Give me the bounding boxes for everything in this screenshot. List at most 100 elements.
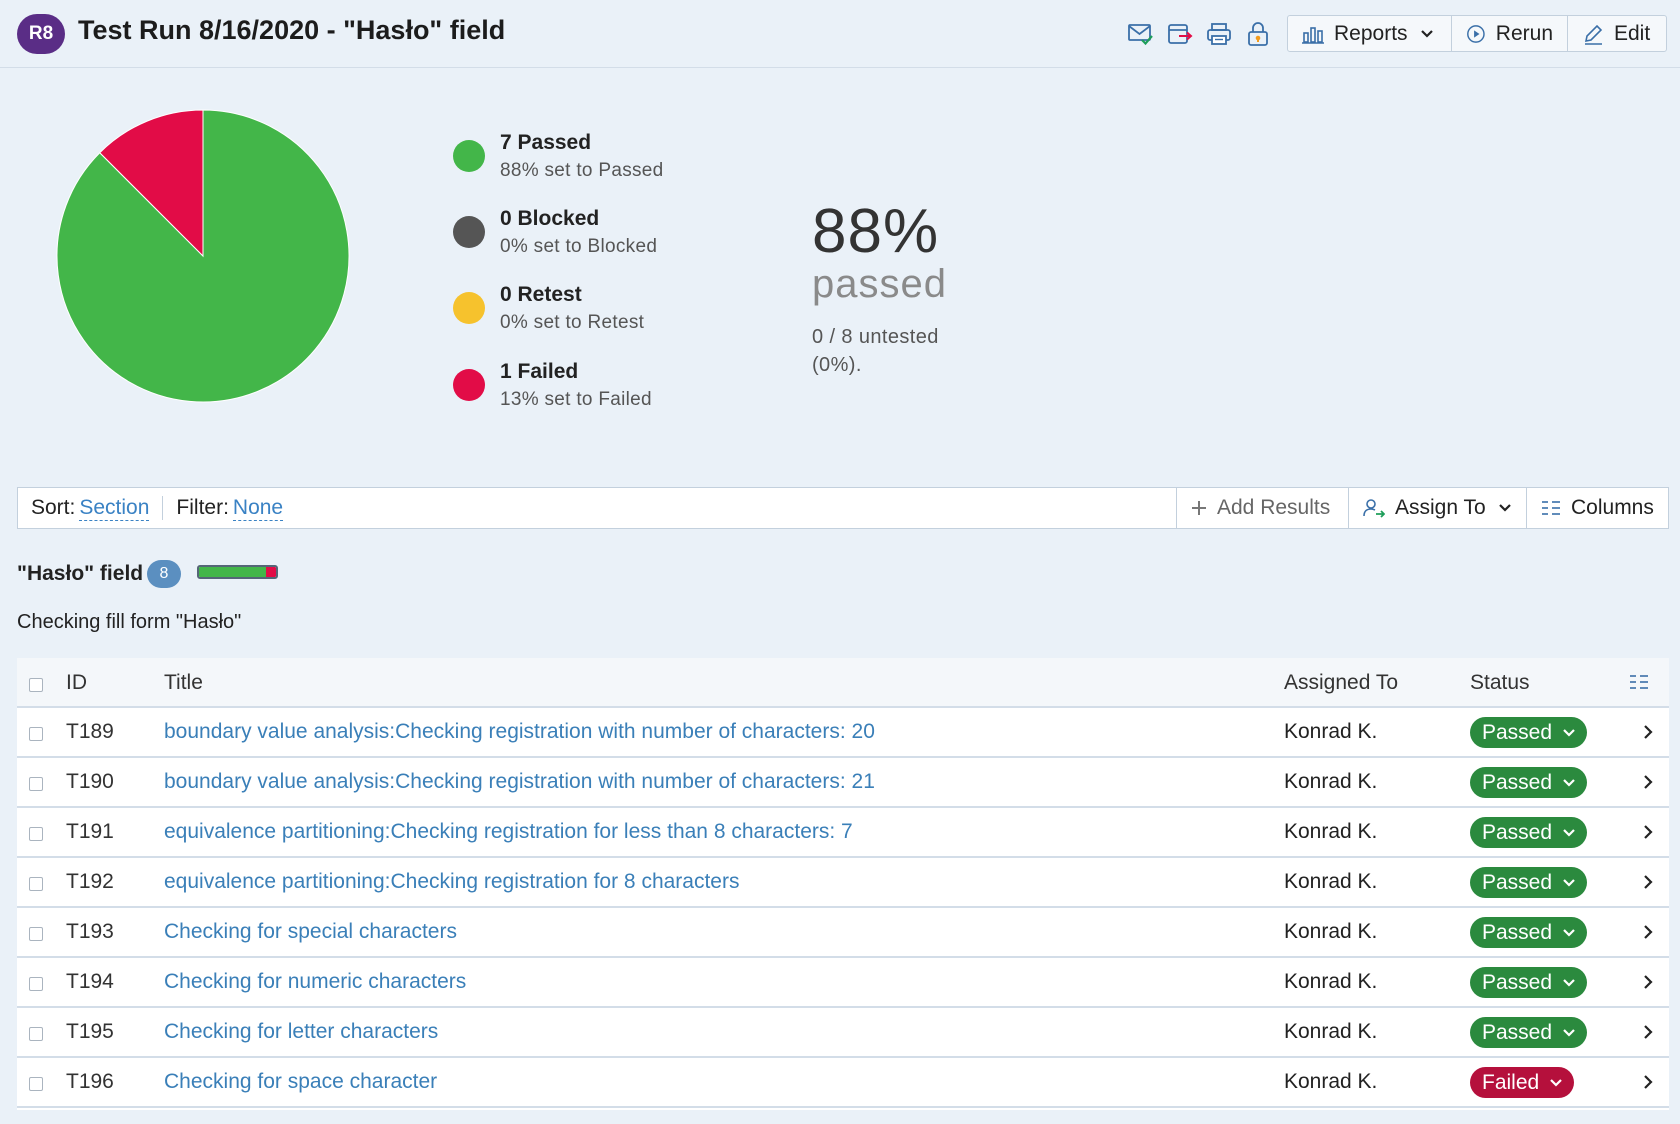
page-title: Test Run 8/16/2020 - "Hasło" field bbox=[78, 15, 506, 45]
status-dropdown[interactable]: Passed bbox=[1470, 867, 1588, 898]
legend-dot-retest bbox=[453, 292, 485, 324]
reports-button[interactable]: Reports bbox=[1288, 16, 1451, 51]
columns-button[interactable]: Columns bbox=[1526, 488, 1668, 528]
table-toolbar: Sort: Section Filter: None Add Results A… bbox=[17, 487, 1669, 529]
legend-dot-blocked bbox=[453, 216, 485, 248]
sort-link[interactable]: Section bbox=[79, 496, 150, 521]
assignee: Konrad K. bbox=[1284, 970, 1378, 993]
status-dropdown[interactable]: Passed bbox=[1470, 767, 1588, 798]
status-dropdown[interactable]: Passed bbox=[1470, 917, 1588, 948]
rerun-button[interactable]: Rerun bbox=[1451, 16, 1567, 51]
filter-link[interactable]: None bbox=[232, 496, 284, 521]
legend-sub: 88% set to Passed bbox=[500, 160, 664, 181]
row-checkbox[interactable] bbox=[29, 1027, 43, 1041]
test-title-link[interactable]: Checking for space character bbox=[164, 1070, 437, 1094]
column-header-assigned[interactable]: Assigned To bbox=[1284, 671, 1398, 695]
chevron-right-icon[interactable] bbox=[1643, 974, 1653, 990]
print-icon[interactable] bbox=[1205, 20, 1233, 48]
test-title-link[interactable]: equivalence partitioning:Checking regist… bbox=[164, 870, 739, 894]
status-dropdown[interactable]: Failed bbox=[1470, 1067, 1575, 1098]
table-row[interactable]: T189 boundary value analysis:Checking re… bbox=[17, 708, 1669, 758]
test-title-link[interactable]: boundary value analysis:Checking registr… bbox=[164, 770, 875, 794]
status-label: Passed bbox=[1482, 920, 1553, 944]
tests-table: ID Title Assigned To Status T189 boundar… bbox=[17, 658, 1669, 1110]
table-row[interactable]: T191 equivalence partitioning:Checking r… bbox=[17, 808, 1669, 858]
assign-to-button[interactable]: Assign To bbox=[1348, 488, 1526, 528]
chevron-right-icon[interactable] bbox=[1643, 724, 1653, 740]
status-label: Passed bbox=[1482, 770, 1553, 794]
status-label: Passed bbox=[1482, 720, 1553, 744]
table-header: ID Title Assigned To Status bbox=[17, 658, 1669, 708]
test-title-link[interactable]: boundary value analysis:Checking registr… bbox=[164, 720, 875, 744]
chevron-right-icon[interactable] bbox=[1643, 1074, 1653, 1090]
row-checkbox[interactable] bbox=[29, 827, 43, 841]
assignee: Konrad K. bbox=[1284, 1070, 1378, 1093]
select-all-checkbox[interactable] bbox=[29, 678, 43, 692]
chevron-right-icon[interactable] bbox=[1643, 774, 1653, 790]
progress-passed-segment bbox=[199, 567, 267, 577]
chevron-down-icon bbox=[1420, 29, 1433, 38]
chevron-right-icon[interactable] bbox=[1643, 824, 1653, 840]
test-title-link[interactable]: equivalence partitioning:Checking regist… bbox=[164, 820, 853, 844]
status-label: Passed bbox=[1482, 970, 1553, 994]
toolbar-divider bbox=[162, 496, 164, 520]
mail-check-icon[interactable] bbox=[1127, 20, 1155, 48]
legend-title: 1 Failed bbox=[500, 360, 579, 383]
row-checkbox[interactable] bbox=[29, 777, 43, 791]
bar-chart-icon bbox=[1302, 26, 1324, 44]
table-row[interactable]: T195 Checking for letter characters Konr… bbox=[17, 1008, 1669, 1058]
test-title-link[interactable]: Checking for letter characters bbox=[164, 1020, 438, 1044]
legend-sub: 0% set to Retest bbox=[500, 312, 645, 333]
reports-label: Reports bbox=[1334, 21, 1408, 45]
table-row[interactable]: T190 boundary value analysis:Checking re… bbox=[17, 758, 1669, 808]
test-id: T191 bbox=[66, 820, 114, 843]
test-id: T195 bbox=[66, 1020, 114, 1043]
status-dropdown[interactable]: Passed bbox=[1470, 967, 1588, 998]
chevron-down-icon bbox=[1563, 978, 1575, 987]
columns-label: Columns bbox=[1571, 496, 1654, 519]
status-pie-chart bbox=[56, 109, 350, 403]
section-count-badge: 8 bbox=[147, 560, 181, 588]
row-checkbox[interactable] bbox=[29, 727, 43, 741]
table-row[interactable]: T194 Checking for numeric characters Kon… bbox=[17, 958, 1669, 1008]
test-title-link[interactable]: Checking for numeric characters bbox=[164, 970, 466, 994]
passed-percent: 88% bbox=[812, 197, 940, 266]
test-id: T190 bbox=[66, 770, 114, 793]
columns-icon[interactable] bbox=[1629, 673, 1649, 691]
add-results-button[interactable]: Add Results bbox=[1176, 488, 1348, 528]
rerun-label: Rerun bbox=[1495, 21, 1553, 45]
status-dropdown[interactable]: Passed bbox=[1470, 817, 1588, 848]
row-checkbox[interactable] bbox=[29, 877, 43, 891]
chevron-down-icon bbox=[1563, 1028, 1575, 1037]
table-row[interactable]: T192 equivalence partitioning:Checking r… bbox=[17, 858, 1669, 908]
chevron-right-icon[interactable] bbox=[1643, 874, 1653, 890]
table-row[interactable]: T193 Checking for special characters Kon… bbox=[17, 908, 1669, 958]
passed-label: passed bbox=[812, 262, 947, 306]
lock-icon[interactable] bbox=[1244, 20, 1272, 48]
export-icon[interactable] bbox=[1166, 20, 1194, 48]
row-checkbox[interactable] bbox=[29, 1077, 43, 1091]
status-label: Passed bbox=[1482, 870, 1553, 894]
status-dropdown[interactable]: Passed bbox=[1470, 1017, 1588, 1048]
chevron-down-icon bbox=[1563, 828, 1575, 837]
assignee: Konrad K. bbox=[1284, 720, 1378, 743]
play-circle-icon bbox=[1467, 24, 1485, 43]
assign-to-label: Assign To bbox=[1395, 496, 1486, 519]
status-label: Passed bbox=[1482, 1020, 1553, 1044]
test-id: T194 bbox=[66, 970, 114, 993]
column-header-status[interactable]: Status bbox=[1470, 671, 1530, 695]
chevron-right-icon[interactable] bbox=[1643, 1024, 1653, 1040]
test-title-link[interactable]: Checking for special characters bbox=[164, 920, 457, 944]
column-header-title[interactable]: Title bbox=[164, 671, 203, 695]
column-header-id[interactable]: ID bbox=[66, 671, 87, 695]
edit-button[interactable]: Edit bbox=[1567, 16, 1666, 51]
legend-sub: 0% set to Blocked bbox=[500, 236, 658, 257]
chevron-right-icon[interactable] bbox=[1643, 924, 1653, 940]
legend-sub: 13% set to Failed bbox=[500, 389, 652, 410]
row-checkbox[interactable] bbox=[29, 927, 43, 941]
status-dropdown[interactable]: Passed bbox=[1470, 717, 1588, 748]
row-checkbox[interactable] bbox=[29, 977, 43, 991]
table-row[interactable]: T196 Checking for space character Konrad… bbox=[17, 1058, 1669, 1108]
run-id-badge: R8 bbox=[17, 14, 65, 54]
sort-label: Sort: bbox=[31, 496, 76, 519]
